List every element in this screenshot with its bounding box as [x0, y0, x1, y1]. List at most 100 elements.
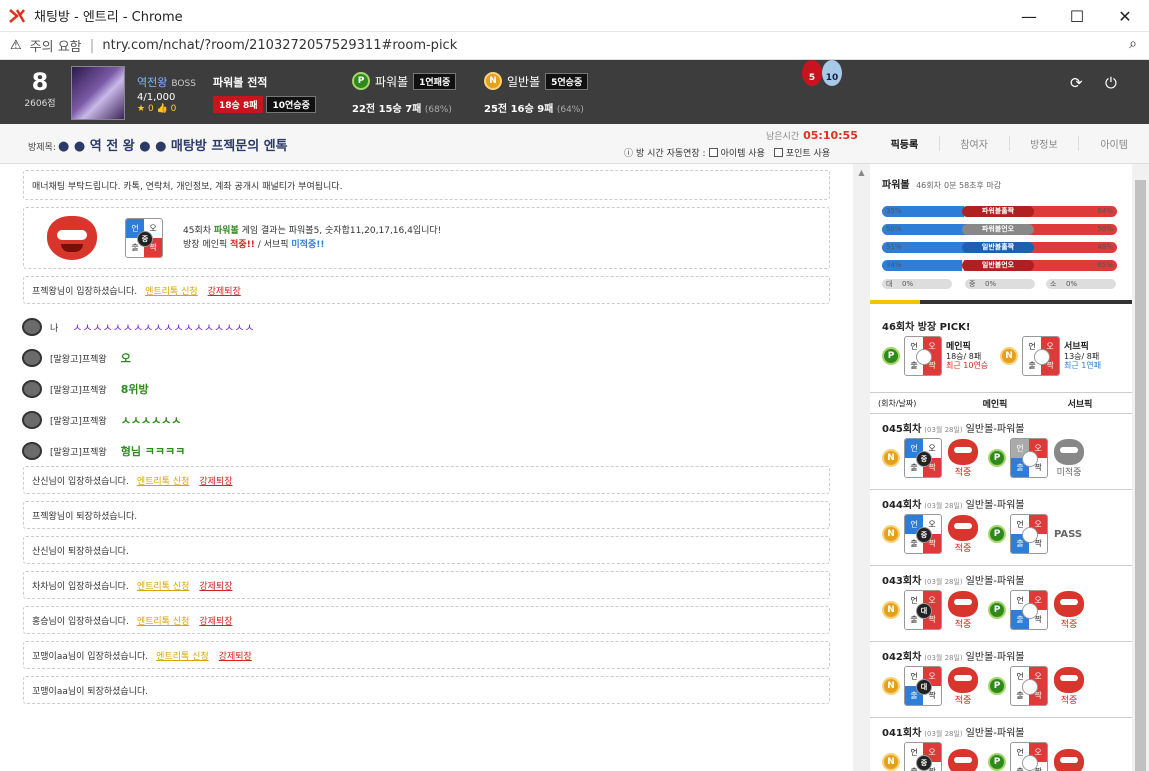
grey-face-icon: [1054, 438, 1084, 465]
scroll-thumb[interactable]: [1135, 180, 1146, 771]
chat-text: 형님 ㅋㅋㅋㅋ: [120, 445, 186, 458]
history-game: 일반볼-파워볼: [965, 500, 1025, 511]
zoom-icon[interactable]: ⌕: [1129, 36, 1137, 52]
address-bar[interactable]: ⚠ 주의 요함 | ntry.com/nchat/?room/210327205…: [0, 32, 1149, 60]
history-main-center: 중: [916, 527, 932, 543]
history-main-center: 중: [916, 451, 932, 467]
history-col-round: (회차/날짜): [878, 398, 917, 408]
kick-link[interactable]: 강제퇴장: [199, 614, 232, 627]
entry-talk-link[interactable]: 엔트리톡 신청: [145, 284, 198, 297]
system-message: 산신님이 퇴장하셨습니다.: [23, 536, 830, 564]
system-message: 프젝왕님이 입장하셨습니다. 엔트리톡 신청 강제퇴장: [23, 276, 830, 304]
entry-talk-link[interactable]: 엔트리톡 신청: [137, 614, 190, 627]
kick-link[interactable]: 강제퇴장: [199, 474, 232, 487]
entry-talk-link[interactable]: 엔트리톡 신청: [156, 649, 209, 662]
normalball-ball-icon: N: [1000, 347, 1018, 365]
message-text: 프젝왕님이 퇴장하셨습니다.: [32, 511, 138, 522]
chat-user[interactable]: [말왕고]프젝왕: [50, 445, 107, 458]
mini-stat: 소 0%: [1046, 279, 1116, 289]
devil-face-icon: [1054, 590, 1084, 617]
user-avatar-icon[interactable]: [22, 442, 42, 460]
remaining-time: 남은시간 05:10:55: [766, 129, 858, 142]
mini-value: 0%: [902, 280, 914, 288]
chat-scrollbar[interactable]: ▲: [853, 164, 870, 771]
result-game: 파워볼: [213, 226, 239, 236]
power-icon[interactable]: ⏻: [1105, 74, 1117, 92]
history-main-center: 대: [916, 603, 932, 619]
stat-left: 50%: [886, 225, 902, 233]
user-avatar-icon[interactable]: [22, 380, 42, 398]
history-sub-result: 적중: [1054, 590, 1084, 630]
devil-face-icon: [948, 749, 978, 771]
stat-label: 일반볼언오: [962, 260, 1034, 271]
item-use-checkbox[interactable]: [708, 148, 718, 157]
tab-participants[interactable]: 참여자: [940, 136, 1010, 151]
main-pick-label: 메인픽: [946, 342, 971, 352]
star-icon: ★: [137, 104, 146, 114]
tab-items[interactable]: 아이템: [1079, 136, 1149, 151]
kick-link[interactable]: 강제퇴장: [199, 579, 232, 592]
sub-pick: N 언오 출짝 서브픽 13승/ 8패 최근 1연패: [1000, 336, 1101, 376]
timer-progress-fill: [870, 300, 920, 304]
point-use-checkbox[interactable]: [773, 148, 783, 157]
chat-text: 8위방: [120, 383, 149, 396]
avatar[interactable]: [71, 66, 125, 120]
kick-link[interactable]: 강제퇴장: [208, 284, 241, 297]
history-sub-result: 적중: [1054, 666, 1084, 706]
history-sub-res: 적중: [1060, 695, 1078, 706]
normalball-ball-icon: N: [882, 677, 900, 695]
minimize-icon[interactable]: —: [1005, 0, 1053, 32]
history-date: (03월 28일): [924, 426, 963, 434]
history-col-main: 메인픽: [982, 399, 1008, 410]
entry-talk-link[interactable]: 엔트리톡 신청: [137, 579, 190, 592]
tab-pick-register[interactable]: 픽등록: [870, 136, 940, 151]
stat-bar: 51% 일반볼홀짝 48%: [882, 242, 1117, 253]
normalball-summary-text: 25전 16승 9패: [484, 104, 554, 115]
chat-user[interactable]: [말왕고]프젝왕: [50, 414, 107, 427]
record-title: 파워볼 전적: [213, 76, 268, 89]
refresh-icon[interactable]: ⟳: [1070, 74, 1083, 92]
system-message: 프젝왕님이 퇴장하셨습니다.: [23, 501, 830, 529]
chat-row: [말왕고]프젝왕 ㅅㅅㅅㅅㅅㅅ: [22, 410, 181, 430]
window-titlebar: 채팅방 - 엔트리 - Chrome — ☐ ✕: [0, 0, 1149, 32]
stat-bar: 50% 파워볼언오 50%: [882, 224, 1117, 235]
result-main-hit: 적중!!: [230, 240, 255, 250]
history-main-res: 적중: [954, 695, 972, 706]
user-avatar-icon[interactable]: [22, 318, 42, 336]
stat-right: 50%: [1097, 225, 1113, 233]
close-icon[interactable]: ✕: [1101, 0, 1149, 32]
kick-link[interactable]: 강제퇴장: [219, 649, 252, 662]
result-detail: 게임 결과는 파워볼5, 숫자합11,20,17,16,4입니다!: [241, 226, 442, 236]
level-number: 8: [31, 68, 49, 96]
devil-face-icon: [948, 438, 978, 465]
history-game: 일반볼-파워볼: [965, 576, 1025, 587]
user-avatar-icon[interactable]: [22, 411, 42, 429]
stat-left: 34%: [886, 261, 902, 269]
chat-user[interactable]: [말왕고]프젝왕: [50, 383, 107, 396]
chat-user[interactable]: [말왕고]프젝왕: [50, 352, 107, 365]
user-name[interactable]: 역전왕: [137, 76, 167, 89]
history-main-center: 중: [916, 755, 932, 771]
notice-text: 매너채팅 부탁드립니다. 카톡, 연락처, 개인정보, 계좌 공개시 패널티가 …: [32, 181, 343, 192]
medal-blue-icon: 10: [822, 60, 842, 86]
history-main-res: 적중: [954, 543, 972, 554]
maximize-icon[interactable]: ☐: [1053, 0, 1101, 32]
right-panel: 파워볼 46회차 0분 58초후 마감 35% 파워볼홀짝 64% 50% 파워볼언오 5…: [870, 164, 1132, 771]
devil-face-icon: [948, 666, 978, 693]
entry-talk-link[interactable]: 엔트리톡 신청: [137, 474, 190, 487]
history-sub-pick-icon: 언오출짝: [1010, 514, 1048, 554]
scroll-up-icon[interactable]: ▲: [853, 164, 870, 181]
remaining-label: 남은시간: [766, 132, 800, 142]
history-game: 일반볼-파워볼: [965, 652, 1025, 663]
result-text: 45회차 파워볼 게임 결과는 파워볼5, 숫자합11,20,17,16,4입니…: [183, 224, 441, 252]
history-main-pick-icon: 언오출짝대: [904, 590, 942, 630]
size-large-icon: 대: [886, 280, 893, 288]
user-avatar-icon[interactable]: [22, 349, 42, 367]
url-text[interactable]: ntry.com/nchat/?room/2103272057529311#ro…: [102, 38, 457, 53]
tab-room-info[interactable]: 방정보: [1010, 136, 1080, 151]
history-row: 041회차(03월 28일)일반볼-파워볼 N 언오출짝중 P 언오출짝: [870, 718, 1132, 771]
message-text: 산신님이 퇴장하셨습니다.: [32, 546, 129, 557]
normalball-ball-icon: N: [882, 525, 900, 543]
message-text: 홍승님이 입장하셨습니다.: [32, 616, 129, 627]
right-scrollbar[interactable]: [1132, 164, 1149, 771]
